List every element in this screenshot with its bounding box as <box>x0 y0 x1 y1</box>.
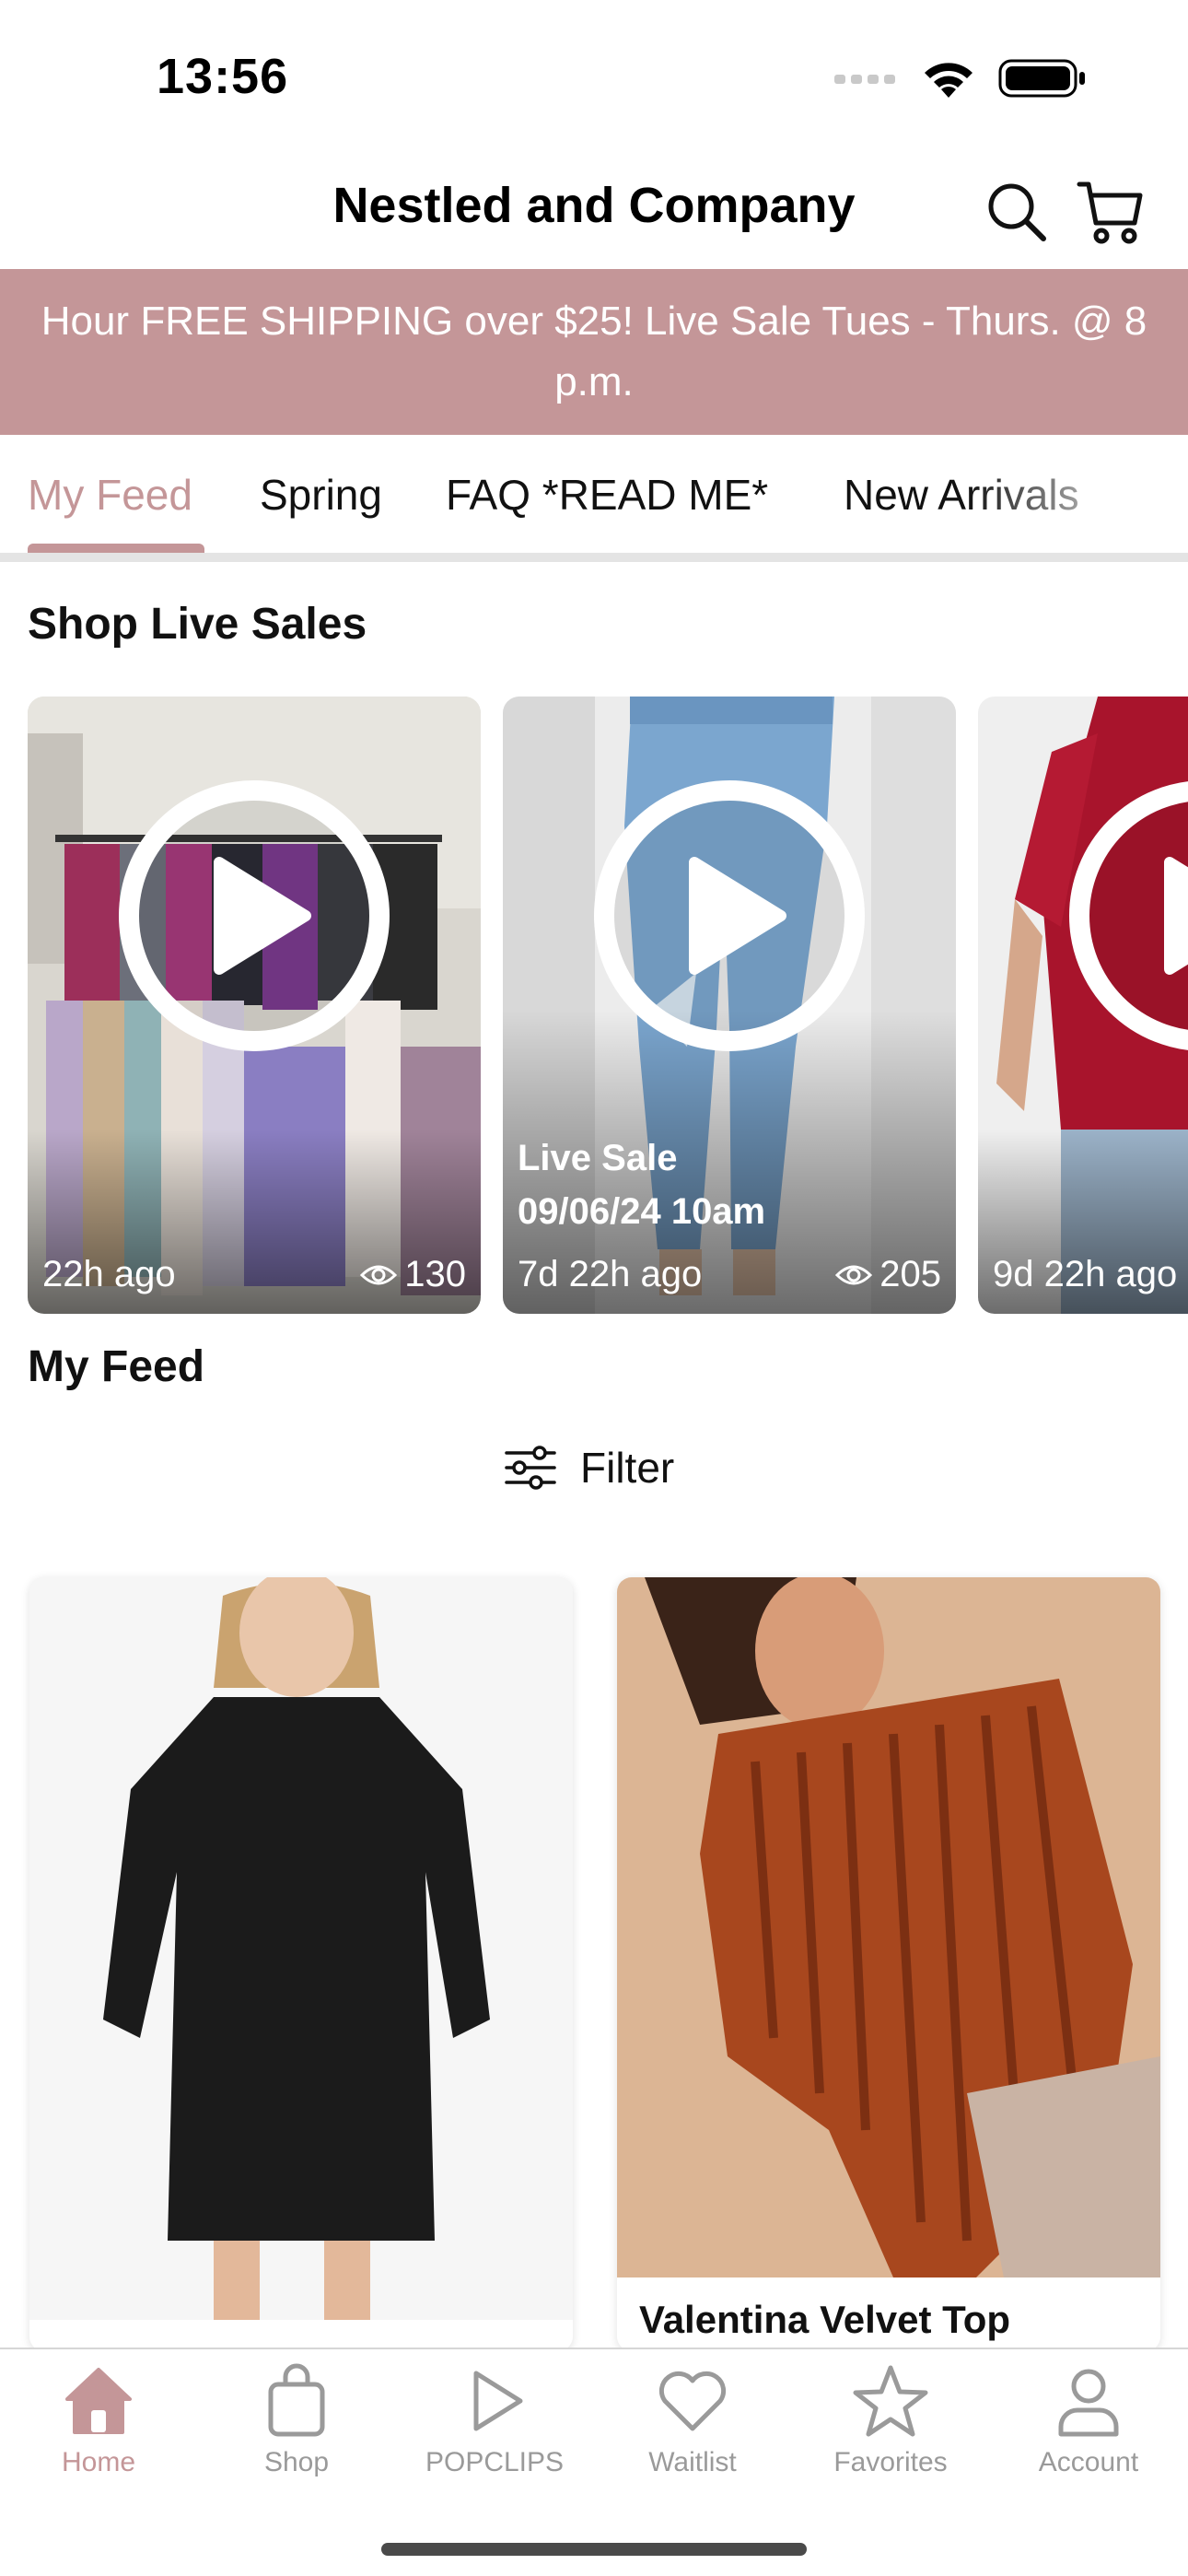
live-sales-carousel[interactable]: 22h ago 130 Live Sale 09/06/24 10am 7d 2… <box>0 697 1188 1314</box>
product-image <box>617 1577 1160 2277</box>
home-indicator[interactable] <box>381 2543 807 2556</box>
product-card[interactable] <box>29 1577 573 2351</box>
product-footer <box>29 2320 573 2351</box>
view-count: 130 <box>404 1254 466 1294</box>
status-time: 13:56 <box>157 49 289 104</box>
nav-shop[interactable]: Shop <box>204 2362 389 2478</box>
tab-faq[interactable]: FAQ *READ ME* <box>446 470 768 520</box>
live-sale-time: 7d 22h ago <box>518 1254 703 1294</box>
nav-label: Home <box>61 2447 136 2477</box>
app-header: Nestled and Company <box>0 157 1188 269</box>
live-sale-card[interactable]: 9d 22h ago <box>978 697 1188 1314</box>
eye-icon <box>360 1265 398 1284</box>
live-sale-title-line2: 09/06/24 10am <box>518 1191 766 1232</box>
live-sale-title-line1: Live Sale <box>518 1138 678 1178</box>
cart-button[interactable] <box>1072 173 1149 251</box>
nav-account[interactable]: Account <box>996 2362 1181 2478</box>
bottom-tab-bar: Home Shop POPCLIPS Waitlist Favorites Ac… <box>0 2348 1188 2576</box>
tabs-fade <box>967 435 1188 553</box>
product-name: Valentina Velvet Top <box>639 2298 1011 2341</box>
view-count: 205 <box>879 1254 941 1294</box>
product-card[interactable]: Valentina Velvet Top <box>617 1577 1160 2351</box>
live-sales-title: Shop Live Sales <box>28 600 367 649</box>
active-tab-indicator <box>28 544 204 553</box>
nav-home[interactable]: Home <box>6 2362 191 2478</box>
tab-spring[interactable]: Spring <box>260 470 382 520</box>
live-sale-card[interactable]: Live Sale 09/06/24 10am 7d 22h ago 205 <box>503 697 956 1314</box>
live-sale-views: 130 <box>360 1254 466 1295</box>
nav-label: Shop <box>263 2447 330 2477</box>
live-sale-views: 205 <box>835 1254 941 1295</box>
promo-text: Hour FREE SHIPPING over $25! Live Sale T… <box>41 299 1147 404</box>
eye-icon <box>835 1265 873 1284</box>
nav-popclips[interactable]: POPCLIPS <box>402 2362 587 2478</box>
search-button[interactable] <box>978 173 1055 251</box>
nav-label: Waitlist <box>648 2447 737 2477</box>
search-icon <box>988 183 1046 241</box>
live-sale-time: 9d 22h ago <box>993 1254 1178 1294</box>
wifi-icon <box>925 63 973 98</box>
nav-favorites[interactable]: Favorites <box>798 2362 983 2478</box>
play-icon[interactable] <box>1066 778 1188 1054</box>
play-icon <box>473 2371 523 2431</box>
sliders-icon <box>505 1446 556 1490</box>
nav-label: Account <box>1038 2447 1139 2477</box>
tab-my-feed[interactable]: My Feed <box>28 470 192 520</box>
play-icon[interactable] <box>591 778 868 1054</box>
status-icons <box>834 57 1087 100</box>
cart-icon <box>1077 181 1143 244</box>
nav-waitlist[interactable]: Waitlist <box>600 2362 785 2478</box>
live-sale-time: 22h ago <box>42 1254 176 1294</box>
promo-banner[interactable]: Hour FREE SHIPPING over $25! Live Sale T… <box>0 269 1188 435</box>
category-tabs: My Feed Spring FAQ *READ ME* New Arrival… <box>0 435 1188 562</box>
person-icon <box>1058 2369 1119 2437</box>
live-sale-title: Live Sale 09/06/24 10am <box>518 1131 765 1238</box>
nav-label: POPCLIPS <box>425 2447 565 2477</box>
status-bar: 13:56 <box>0 0 1188 157</box>
shopping-bag-icon <box>268 2363 325 2437</box>
home-icon <box>65 2368 132 2434</box>
battery-icon <box>998 59 1085 98</box>
filter-button[interactable]: Filter <box>505 1443 674 1493</box>
live-sale-card[interactable]: 22h ago 130 <box>28 697 481 1314</box>
feed-title: My Feed <box>28 1342 205 1391</box>
heart-icon <box>658 2371 727 2431</box>
cellular-signal-icon <box>834 75 895 84</box>
play-icon[interactable] <box>116 778 392 1054</box>
star-icon <box>853 2365 928 2437</box>
nav-label: Favorites <box>833 2447 948 2477</box>
filter-label: Filter <box>580 1444 675 1492</box>
product-image <box>29 1577 573 2320</box>
